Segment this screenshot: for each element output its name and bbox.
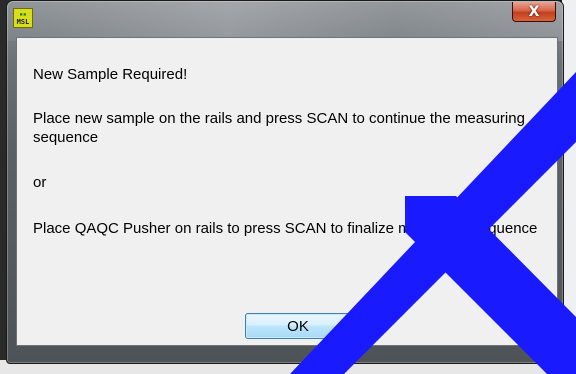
msl-app-icon[interactable]: ▪▪ MSL — [13, 8, 33, 28]
dialog-client-area: New Sample Required! Place new sample on… — [16, 37, 558, 346]
message-line-or: or — [33, 174, 47, 191]
message-line-place-pusher: Place QAQC Pusher on rails to press SCAN… — [33, 220, 538, 237]
message-line-place-sample: Place new sample on the rails and press … — [33, 110, 525, 146]
title-bar — [7, 1, 563, 41]
close-button[interactable]: X — [512, 2, 556, 22]
app-icon-text: MSL — [16, 17, 30, 26]
app-icon-top-text: ▪▪ — [19, 10, 27, 18]
background-right — [562, 0, 576, 374]
message-line-new-sample: New Sample Required! — [33, 66, 188, 83]
close-icon: X — [528, 3, 540, 20]
ok-button[interactable]: OK — [245, 313, 351, 339]
